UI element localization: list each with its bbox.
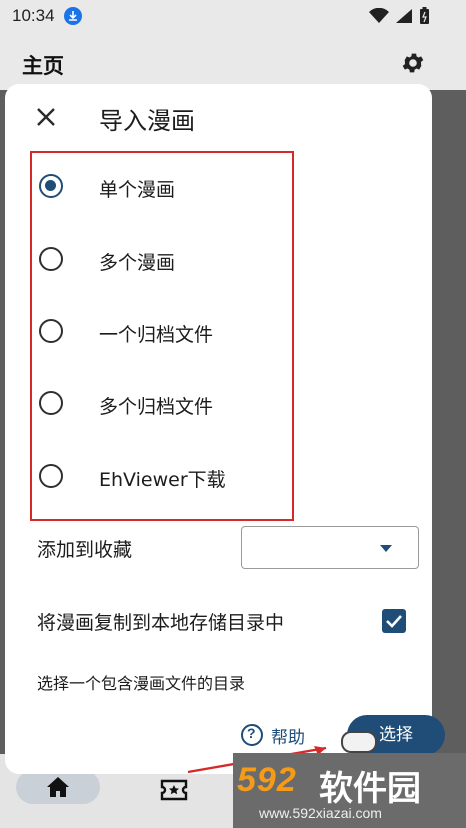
- watermark-url: www.592xiazai.com: [259, 805, 382, 821]
- favorite-dropdown[interactable]: [241, 526, 419, 569]
- option-single-comic[interactable]: 单个漫画: [35, 166, 285, 206]
- option-label: 多个漫画: [99, 252, 176, 274]
- status-icons: [369, 7, 430, 25]
- radio-button[interactable]: [39, 391, 63, 415]
- directory-hint: 选择一个包含漫画文件的目录: [37, 674, 246, 693]
- radio-button[interactable]: [39, 319, 63, 343]
- signal-icon: [396, 9, 412, 23]
- option-multiple-comics[interactable]: 多个漫画: [35, 239, 285, 279]
- radio-button[interactable]: [39, 464, 63, 488]
- wifi-icon: [369, 8, 389, 23]
- option-multiple-archives[interactable]: 多个归档文件: [35, 383, 285, 423]
- ticket-icon[interactable]: [160, 778, 188, 802]
- option-label: 多个归档文件: [99, 396, 214, 418]
- watermark-number: 592: [237, 761, 297, 799]
- option-label: EhViewer下载: [99, 469, 226, 491]
- radio-button[interactable]: [39, 247, 63, 271]
- option-ehviewer-downloads[interactable]: EhViewer下载: [35, 456, 285, 496]
- home-icon: [47, 777, 69, 797]
- watermark-name: 软件园: [319, 769, 421, 809]
- site-watermark: 592 软件园 www.592xiazai.com: [233, 731, 466, 828]
- dropdown-arrow-icon: [380, 545, 392, 552]
- gamepad-icon: [341, 731, 377, 753]
- option-label: 单个漫画: [99, 179, 176, 201]
- download-icon: [64, 7, 82, 25]
- dialog-title: 导入漫画: [99, 107, 195, 135]
- gear-icon[interactable]: [400, 50, 426, 76]
- copy-to-local-checkbox[interactable]: [382, 609, 406, 633]
- battery-icon: [420, 7, 429, 24]
- app-bar: 主页: [0, 34, 466, 90]
- close-icon[interactable]: [33, 104, 59, 130]
- import-dialog: 导入漫画 单个漫画 多个漫画 一个归档文件 多个归档文件 EhViewer下载 …: [5, 84, 445, 774]
- checkmark-icon: [386, 615, 402, 628]
- option-label: 一个归档文件: [99, 324, 214, 346]
- radio-button[interactable]: [39, 174, 63, 198]
- status-bar: 10:34: [0, 0, 466, 34]
- status-time: 10:34: [12, 6, 55, 25]
- favorite-label: 添加到收藏: [37, 539, 133, 561]
- option-single-archive[interactable]: 一个归档文件: [35, 311, 285, 351]
- page-title: 主页: [22, 54, 64, 78]
- nav-home[interactable]: [16, 770, 100, 804]
- copy-to-local-label: 将漫画复制到本地存储目录中: [37, 612, 285, 634]
